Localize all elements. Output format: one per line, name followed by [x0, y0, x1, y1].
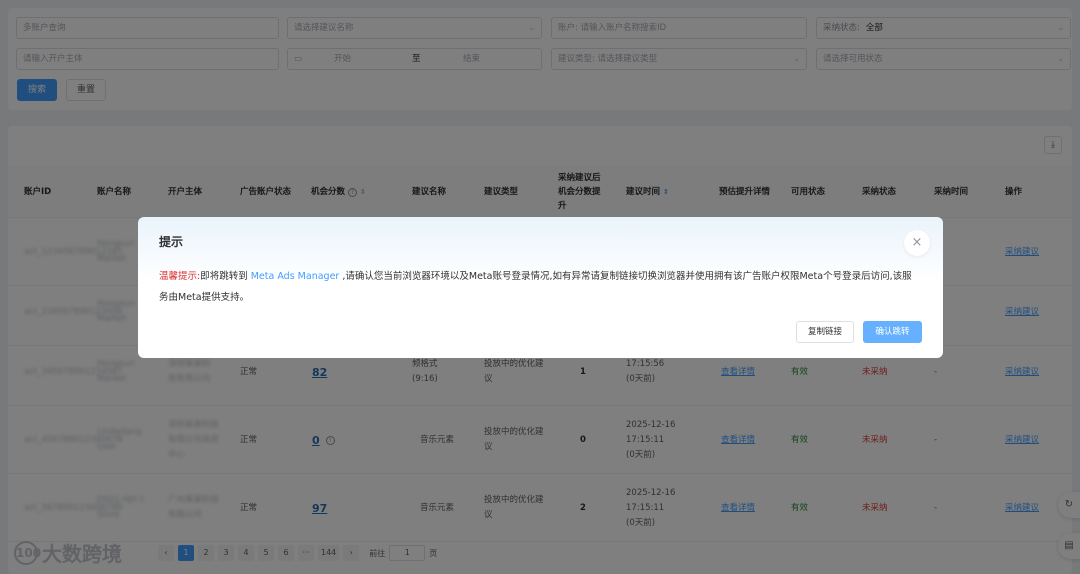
close-icon[interactable]: ×: [904, 230, 930, 256]
redirect-dialog: 提示 × 温馨提示:即将跳转到 Meta Ads Manager ,请确认您当前…: [138, 217, 943, 358]
copy-link-button[interactable]: 复制链接: [796, 321, 854, 343]
confirm-jump-button[interactable]: 确认跳转: [863, 321, 922, 343]
dialog-message: 温馨提示:即将跳转到 Meta Ads Manager ,请确认您当前浏览器环境…: [159, 266, 921, 308]
meta-ads-manager-link[interactable]: Meta Ads Manager: [251, 271, 340, 282]
dialog-title: 提示: [159, 235, 184, 249]
warm-tip-label: 温馨提示:: [159, 271, 201, 282]
dialog-text-1: 即将跳转到: [200, 271, 251, 282]
